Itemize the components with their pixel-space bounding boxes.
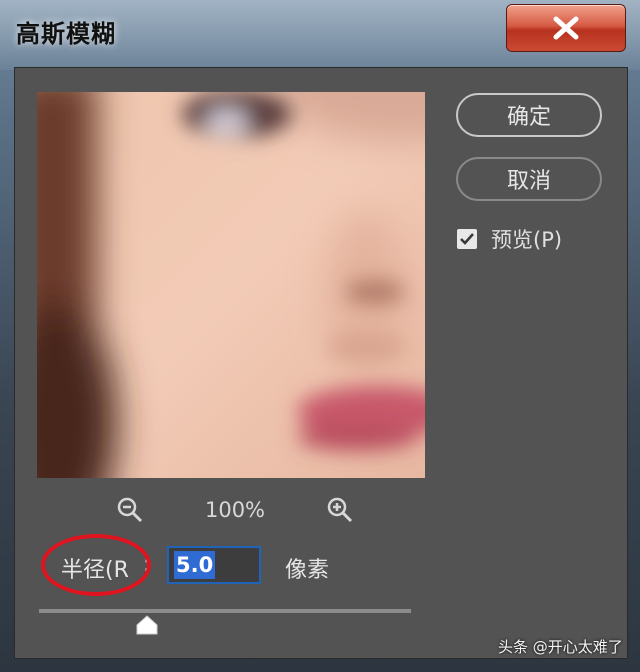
close-button[interactable]	[506, 4, 626, 52]
zoom-out-icon	[117, 497, 143, 523]
preview-checkbox[interactable]	[457, 229, 477, 249]
slider-thumb-icon	[136, 615, 158, 635]
annotation-circle	[41, 534, 151, 596]
preview-toggle[interactable]: 预览(P)	[457, 224, 562, 254]
dialog-window: 高斯模糊 100% 确定 取消 预览(P) 半径(R: 5.0 像素 头条 @…	[0, 0, 640, 672]
zoom-in-button[interactable]	[325, 495, 355, 525]
dialog-body: 100% 确定 取消 预览(P) 半径(R: 5.0 像素	[14, 67, 628, 659]
zoom-in-icon	[327, 497, 353, 523]
radius-slider-track[interactable]	[39, 609, 411, 613]
close-icon	[553, 16, 579, 40]
zoom-controls: 100%	[115, 493, 355, 527]
ok-button[interactable]: 确定	[456, 93, 602, 137]
blurred-face-image	[37, 92, 425, 478]
watermark: 头条 @开心太难了	[498, 638, 623, 656]
radius-slider-thumb[interactable]	[135, 615, 159, 635]
radius-unit: 像素	[285, 558, 330, 583]
checkmark-icon	[460, 233, 474, 245]
zoom-out-button[interactable]	[115, 495, 145, 525]
zoom-level: 100%	[204, 498, 266, 522]
radius-input[interactable]: 5.0	[167, 546, 261, 584]
preview-label: 预览(P)	[491, 228, 563, 252]
window-title: 高斯模糊	[16, 20, 116, 48]
cancel-button[interactable]: 取消	[456, 157, 602, 201]
radius-value: 5.0	[174, 551, 216, 579]
preview-image[interactable]	[37, 92, 425, 478]
